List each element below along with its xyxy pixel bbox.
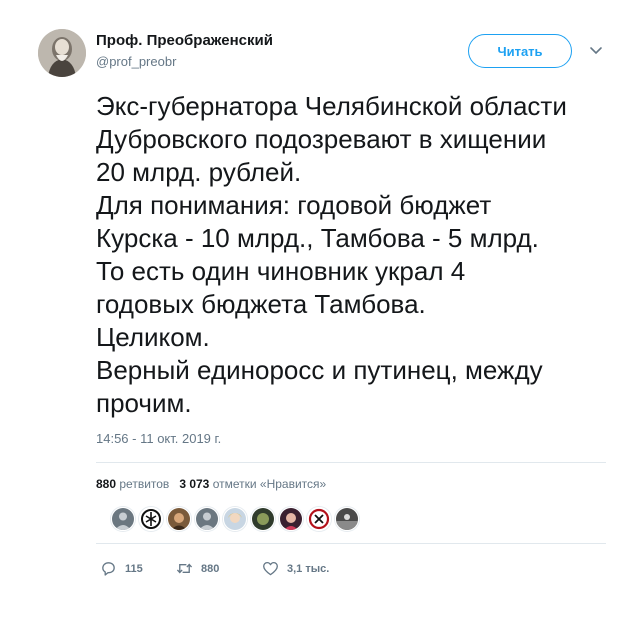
tweet-text: Экс-губернатора Челябинской области Дубр…: [96, 90, 616, 420]
reply-action[interactable]: 115: [100, 560, 143, 577]
author-avatar[interactable]: [38, 29, 86, 77]
like-count: 3,1 тыс.: [287, 562, 330, 575]
liker-avatar[interactable]: [279, 507, 303, 531]
liker-avatars: [111, 507, 359, 533]
tweet-line: Дубровского подозревают в хищении: [96, 124, 547, 154]
tweet-line: годовых бюджета Тамбова.: [96, 289, 426, 319]
likes-stat[interactable]: 3 073 отметки «Нравится»: [179, 477, 326, 491]
chevron-down-icon[interactable]: [589, 44, 603, 58]
divider: [96, 543, 606, 544]
reply-icon: [102, 562, 115, 576]
tweet-line: 20 млрд. рублей.: [96, 157, 302, 187]
retweet-stat[interactable]: 880 ретвитов: [96, 477, 169, 491]
likes-label: отметки «Нравится»: [212, 477, 327, 491]
reply-count: 115: [125, 562, 143, 575]
retweet-count: 880: [201, 562, 220, 575]
liker-avatar[interactable]: [223, 507, 247, 531]
retweets-label: ретвитов: [119, 477, 170, 491]
tweet-timestamp[interactable]: 14:56 - 11 окт. 2019 г.: [96, 431, 221, 446]
avatar-portrait-image: [38, 29, 86, 77]
tweet-line: Для понимания: годовой бюджет: [96, 190, 492, 220]
tweet-line: прочим.: [96, 388, 192, 418]
liker-avatar[interactable]: [307, 507, 331, 531]
tweet-line: Верный единоросс и путинец, между: [96, 355, 543, 385]
author-handle[interactable]: @prof_preobr: [96, 54, 176, 69]
heart-icon: [263, 561, 278, 576]
liker-avatar[interactable]: [111, 507, 135, 531]
retweet-action[interactable]: 880: [176, 560, 219, 577]
engagement-stats: 880 ретвитов 3 073 отметки «Нравится»: [96, 477, 326, 491]
likes-count: 3 073: [179, 477, 210, 491]
retweet-icon: [176, 563, 193, 574]
like-action[interactable]: 3,1 тыс.: [262, 560, 329, 577]
tweet-line: То есть один чиновник украл 4: [96, 256, 466, 286]
liker-avatar[interactable]: [195, 507, 219, 531]
author-display-name[interactable]: Проф. Преображенский: [96, 32, 273, 49]
retweets-count: 880: [96, 477, 117, 491]
liker-avatar[interactable]: [335, 507, 359, 531]
divider: [96, 462, 606, 463]
follow-button[interactable]: Читать: [468, 34, 572, 68]
tweet-actions: 115 880 3,1 тыс.: [96, 560, 396, 580]
liker-avatar[interactable]: [251, 507, 275, 531]
tweet-line: Курска - 10 млрд., Тамбова - 5 млрд.: [96, 223, 539, 253]
liker-avatar[interactable]: [167, 507, 191, 531]
tweet-line: Целиком.: [96, 322, 210, 352]
tweet-line: Экс-губернатора Челябинской области: [96, 91, 567, 121]
liker-avatar[interactable]: [139, 507, 163, 531]
